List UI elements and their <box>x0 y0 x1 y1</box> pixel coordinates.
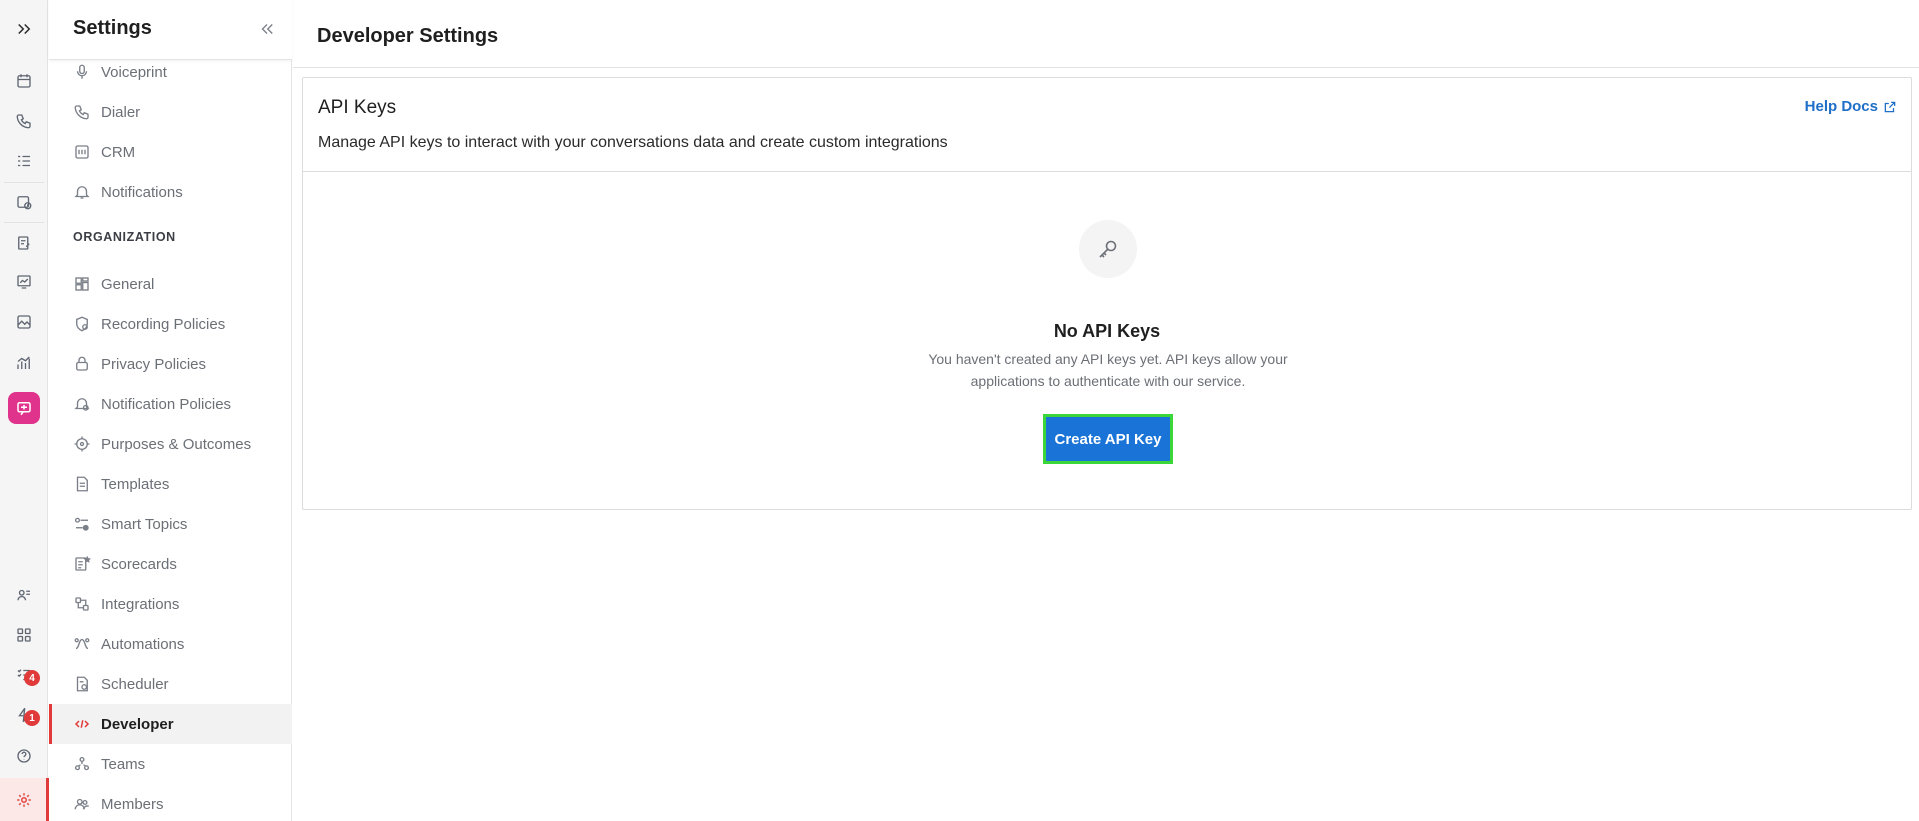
sidebar-item-label: Scorecards <box>101 555 177 573</box>
help-docs-label: Help Docs <box>1804 98 1878 115</box>
sidebar-item-teams[interactable]: Teams <box>49 744 292 784</box>
main-header: Developer Settings <box>293 0 1919 68</box>
automation-icon <box>74 638 90 650</box>
schedule-icon[interactable] <box>0 184 48 220</box>
sidebar-item-label: General <box>101 275 155 293</box>
sidebar-header: Settings <box>49 0 292 60</box>
sidebar-item-notifications[interactable]: Notifications <box>49 172 292 212</box>
sidebar-item-label: Notifications <box>101 183 183 201</box>
sidebar-item-label: Purposes & Outcomes <box>101 435 252 453</box>
sidebar-item-privacy-policies[interactable]: Privacy Policies <box>49 344 292 384</box>
sidebar-item-label: Integrations <box>101 595 180 613</box>
sidebar-item-notification-policies[interactable]: Notification Policies <box>49 384 292 424</box>
sidebar-item-members[interactable]: Members <box>49 784 292 821</box>
sidebar-item-label: Recording Policies <box>101 315 226 333</box>
sidebar-item-smart-topics[interactable]: Smart Topics <box>49 504 292 544</box>
page-title: Developer Settings <box>317 25 499 47</box>
sidebar-item-label: Notification Policies <box>101 395 232 413</box>
settings-icon[interactable] <box>0 778 49 821</box>
sidebar-item-purposes-outcomes[interactable]: Purposes & Outcomes <box>49 424 292 464</box>
sidebar-item-integrations[interactable]: Integrations <box>49 584 292 624</box>
sidebar-item-scorecards[interactable]: Scorecards <box>49 544 292 584</box>
coaching-icon[interactable] <box>0 390 48 426</box>
key-icon <box>1099 240 1117 258</box>
microphone-icon <box>76 64 88 79</box>
code-icon <box>74 720 90 728</box>
sidebar-item-label: Automations <box>101 635 185 653</box>
sidebar-item-dialer[interactable]: Dialer <box>49 92 292 132</box>
empty-state-text: You haven't created any API keys yet. AP… <box>928 351 1288 389</box>
help-icon[interactable] <box>0 738 48 774</box>
api-keys-card: API Keys Manage API keys to interact wit… <box>302 77 1912 510</box>
grid-icon <box>75 277 89 291</box>
sidebar-item-scheduler[interactable]: Scheduler <box>49 664 292 704</box>
external-link-icon <box>1884 101 1896 112</box>
list-icon[interactable] <box>0 143 48 179</box>
collapse-sidebar-icon[interactable] <box>258 20 276 38</box>
help-docs-link[interactable]: Help Docs <box>1805 98 1897 115</box>
expand-icon[interactable] <box>0 11 48 47</box>
target-icon <box>74 436 90 452</box>
settings-sidebar: Settings Voiceprint Dialer CRM Notificat… <box>49 0 292 821</box>
users-icon[interactable] <box>0 577 48 613</box>
sidebar-item-label: Templates <box>101 475 170 493</box>
sidebar-item-general[interactable]: General <box>49 264 292 304</box>
api-keys-card-header: API Keys Manage API keys to interact wit… <box>303 78 1911 172</box>
empty-state-title: No API Keys <box>1053 321 1161 341</box>
sidebar-item-label: Members <box>101 795 164 813</box>
sidebar-item-recording-policies[interactable]: Recording Policies <box>49 304 292 344</box>
recording-policy-icon <box>76 316 88 332</box>
document-icon <box>76 476 88 492</box>
notification-policy-icon <box>74 398 90 411</box>
bolt-icon[interactable]: 1 <box>0 697 48 733</box>
sidebar-item-label: Teams <box>101 755 146 773</box>
phone-icon <box>74 105 89 120</box>
sidebar-item-label: Privacy Policies <box>101 355 207 373</box>
api-keys-title: API Keys <box>318 97 397 118</box>
alerts-badge: 1 <box>24 710 40 726</box>
lock-icon <box>76 356 88 371</box>
integrations-icon <box>75 597 89 611</box>
section-label-organization: ORGANIZATION <box>73 230 176 244</box>
sidebar-item-label: Scheduler <box>101 675 169 693</box>
teams-icon <box>74 756 90 771</box>
sidebar-item-templates[interactable]: Templates <box>49 464 292 504</box>
bell-icon <box>74 186 90 199</box>
crm-icon <box>75 145 89 159</box>
members-icon <box>74 798 90 810</box>
sidebar-item-label: Smart Topics <box>101 515 188 533</box>
scorecard-icon <box>75 555 91 571</box>
tasks-icon[interactable]: 4 <box>0 657 48 693</box>
scheduler-icon <box>76 676 88 692</box>
sidebar-item-label: Developer <box>101 715 174 733</box>
sidebar-item-label: Voiceprint <box>101 63 167 81</box>
sidebar-item-automations[interactable]: Automations <box>49 624 292 664</box>
sidebar-title: Settings <box>73 17 152 39</box>
topics-icon <box>74 517 89 531</box>
sidebar-item-label: Dialer <box>101 103 141 121</box>
image-icon[interactable] <box>0 304 48 340</box>
empty-state-icon-wrap <box>1079 220 1137 278</box>
sidebar-item-developer[interactable]: Developer <box>49 704 292 744</box>
analytics-icon[interactable] <box>0 264 48 300</box>
tasks-badge: 4 <box>24 670 40 686</box>
create-api-key-button[interactable]: Create API Key <box>1043 414 1173 464</box>
sidebar-item-label: CRM <box>101 143 136 161</box>
sidebar-item-crm[interactable]: CRM <box>49 132 292 172</box>
apps-icon[interactable] <box>0 617 48 653</box>
api-keys-description: Manage API keys to interact with your co… <box>318 134 948 151</box>
trend-icon[interactable] <box>0 345 48 381</box>
phone-icon[interactable] <box>0 103 48 139</box>
notes-icon[interactable] <box>0 225 48 261</box>
calendar-icon[interactable] <box>0 63 48 99</box>
icon-rail: 4 1 <box>0 0 49 821</box>
